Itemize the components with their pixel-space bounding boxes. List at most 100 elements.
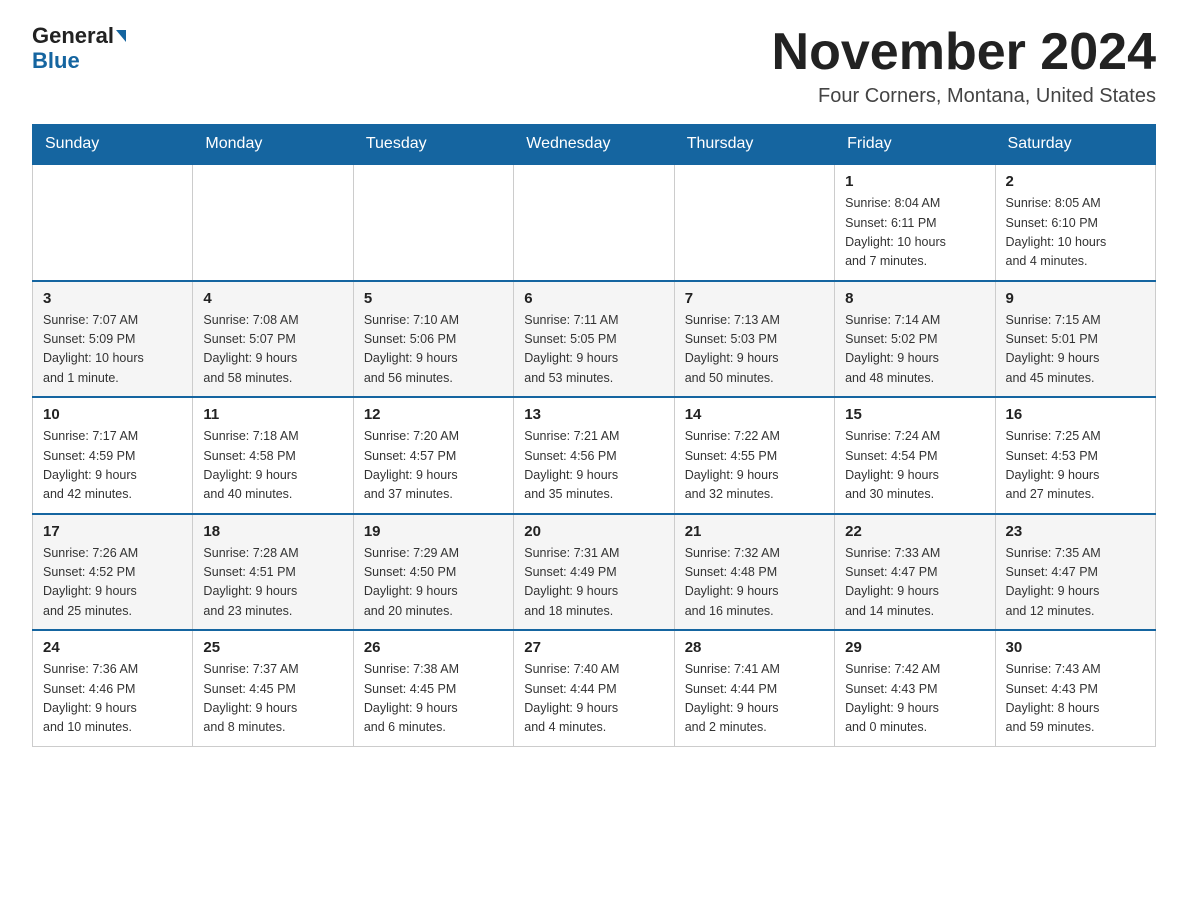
day-info: Sunrise: 8:04 AM Sunset: 6:11 PM Dayligh… (845, 194, 984, 272)
day-number: 7 (685, 290, 824, 307)
calendar-table: SundayMondayTuesdayWednesdayThursdayFrid… (32, 124, 1156, 747)
day-number: 14 (685, 406, 824, 423)
calendar-cell: 13Sunrise: 7:21 AM Sunset: 4:56 PM Dayli… (514, 397, 674, 514)
day-info: Sunrise: 7:07 AM Sunset: 5:09 PM Dayligh… (43, 311, 182, 389)
location-subtitle: Four Corners, Montana, United States (772, 85, 1156, 108)
calendar-cell: 14 Sunrise: 7:22 AM Sunset: 4:55 PM Dayli… (674, 397, 834, 514)
calendar-cell: 8 Sunrise: 7:14 AM Sunset: 5:02 PM Daylig… (835, 281, 995, 398)
day-number: 6 (524, 290, 663, 307)
calendar-cell: 12 Sunrise: 7:20 AM Sunset: 4:57 PM Dayli… (353, 397, 513, 514)
day-number: 10 (43, 406, 182, 423)
day-number: 8 (845, 290, 984, 307)
calendar-cell: 23 Sunrise: 7:35 AM Sunset: 4:47 PM Dayli… (995, 514, 1155, 631)
title-block: November 2024 Four Corners, Montana, Uni… (772, 24, 1156, 108)
calendar-week-row: 1 Sunrise: 8:04 AM Sunset: 6:11 PM Daylig… (33, 164, 1156, 281)
day-info: Sunrise: 7:32 AM Sunset: 4:48 PM Dayligh… (685, 544, 824, 622)
day-number: 19 (364, 523, 503, 540)
day-info: Sunrise: 7:41 AM Sunset: 4:44 PM Dayligh… (685, 660, 824, 738)
day-number: 2 (1006, 173, 1145, 190)
day-info: Sunrise: 7:25 AM Sunset: 4:53 PM Dayligh… (1006, 427, 1145, 505)
day-number: 11 (203, 406, 342, 423)
day-number: 9 (1006, 290, 1145, 307)
day-info: Sunrise: 7:14 AM Sunset: 5:02 PM Dayligh… (845, 311, 984, 389)
logo-triangle-icon (116, 30, 126, 42)
day-info: Sunrise: 7:33 AM Sunset: 4:47 PM Dayligh… (845, 544, 984, 622)
day-info: Sunrise: 7:29 AM Sunset: 4:50 PM Dayligh… (364, 544, 503, 622)
day-info: Sunrise: 7:40 AM Sunset: 4:44 PM Dayligh… (524, 660, 663, 738)
day-number: 18 (203, 523, 342, 540)
weekday-header-tuesday: Tuesday (353, 125, 513, 165)
weekday-header-sunday: Sunday (33, 125, 193, 165)
day-info: Sunrise: 7:35 AM Sunset: 4:47 PM Dayligh… (1006, 544, 1145, 622)
calendar-cell: 20Sunrise: 7:31 AM Sunset: 4:49 PM Dayli… (514, 514, 674, 631)
calendar-cell: 9Sunrise: 7:15 AM Sunset: 5:01 PM Daylig… (995, 281, 1155, 398)
day-number: 26 (364, 639, 503, 656)
day-number: 29 (845, 639, 984, 656)
day-info: Sunrise: 7:17 AM Sunset: 4:59 PM Dayligh… (43, 427, 182, 505)
calendar-week-row: 24 Sunrise: 7:36 AM Sunset: 4:46 PM Dayli… (33, 630, 1156, 746)
calendar-cell (514, 164, 674, 281)
day-info: Sunrise: 7:11 AM Sunset: 5:05 PM Dayligh… (524, 311, 663, 389)
day-info: Sunrise: 7:37 AM Sunset: 4:45 PM Dayligh… (203, 660, 342, 738)
day-number: 24 (43, 639, 182, 656)
day-number: 12 (364, 406, 503, 423)
day-number: 3 (43, 290, 182, 307)
calendar-cell: 18Sunrise: 7:28 AM Sunset: 4:51 PM Dayli… (193, 514, 353, 631)
calendar-cell: 10 Sunrise: 7:17 AM Sunset: 4:59 PM Dayli… (33, 397, 193, 514)
day-info: Sunrise: 7:38 AM Sunset: 4:45 PM Dayligh… (364, 660, 503, 738)
logo: General Blue (32, 24, 126, 74)
weekday-header-saturday: Saturday (995, 125, 1155, 165)
day-info: Sunrise: 7:43 AM Sunset: 4:43 PM Dayligh… (1006, 660, 1145, 738)
day-number: 17 (43, 523, 182, 540)
weekday-header-wednesday: Wednesday (514, 125, 674, 165)
day-number: 21 (685, 523, 824, 540)
month-year-title: November 2024 (772, 24, 1156, 81)
day-number: 15 (845, 406, 984, 423)
weekday-header-monday: Monday (193, 125, 353, 165)
day-number: 22 (845, 523, 984, 540)
calendar-cell: 29Sunrise: 7:42 AM Sunset: 4:43 PM Dayli… (835, 630, 995, 746)
day-info: Sunrise: 7:20 AM Sunset: 4:57 PM Dayligh… (364, 427, 503, 505)
day-number: 27 (524, 639, 663, 656)
day-number: 16 (1006, 406, 1145, 423)
calendar-cell: 4 Sunrise: 7:08 AM Sunset: 5:07 PM Daylig… (193, 281, 353, 398)
calendar-week-row: 3 Sunrise: 7:07 AM Sunset: 5:09 PM Daylig… (33, 281, 1156, 398)
day-number: 13 (524, 406, 663, 423)
calendar-cell: 3 Sunrise: 7:07 AM Sunset: 5:09 PM Daylig… (33, 281, 193, 398)
day-number: 4 (203, 290, 342, 307)
calendar-cell: 19 Sunrise: 7:29 AM Sunset: 4:50 PM Dayli… (353, 514, 513, 631)
calendar-cell: 28Sunrise: 7:41 AM Sunset: 4:44 PM Dayli… (674, 630, 834, 746)
weekday-header-friday: Friday (835, 125, 995, 165)
day-info: Sunrise: 8:05 AM Sunset: 6:10 PM Dayligh… (1006, 194, 1145, 272)
calendar-cell: 21 Sunrise: 7:32 AM Sunset: 4:48 PM Dayli… (674, 514, 834, 631)
calendar-week-row: 17 Sunrise: 7:26 AM Sunset: 4:52 PM Dayli… (33, 514, 1156, 631)
day-number: 23 (1006, 523, 1145, 540)
day-info: Sunrise: 7:26 AM Sunset: 4:52 PM Dayligh… (43, 544, 182, 622)
day-info: Sunrise: 7:22 AM Sunset: 4:55 PM Dayligh… (685, 427, 824, 505)
calendar-cell: 15Sunrise: 7:24 AM Sunset: 4:54 PM Dayli… (835, 397, 995, 514)
logo-general: General (32, 24, 114, 48)
day-number: 5 (364, 290, 503, 307)
day-number: 1 (845, 173, 984, 190)
page-header: General Blue November 2024 Four Corners,… (32, 24, 1156, 108)
weekday-header-thursday: Thursday (674, 125, 834, 165)
calendar-cell: 30 Sunrise: 7:43 AM Sunset: 4:43 PM Dayli… (995, 630, 1155, 746)
day-number: 30 (1006, 639, 1145, 656)
calendar-cell: 25 Sunrise: 7:37 AM Sunset: 4:45 PM Dayli… (193, 630, 353, 746)
day-info: Sunrise: 7:36 AM Sunset: 4:46 PM Dayligh… (43, 660, 182, 738)
calendar-cell: 7 Sunrise: 7:13 AM Sunset: 5:03 PM Daylig… (674, 281, 834, 398)
day-info: Sunrise: 7:08 AM Sunset: 5:07 PM Dayligh… (203, 311, 342, 389)
day-info: Sunrise: 7:18 AM Sunset: 4:58 PM Dayligh… (203, 427, 342, 505)
calendar-week-row: 10 Sunrise: 7:17 AM Sunset: 4:59 PM Dayli… (33, 397, 1156, 514)
day-info: Sunrise: 7:31 AM Sunset: 4:49 PM Dayligh… (524, 544, 663, 622)
calendar-cell: 24 Sunrise: 7:36 AM Sunset: 4:46 PM Dayli… (33, 630, 193, 746)
day-info: Sunrise: 7:13 AM Sunset: 5:03 PM Dayligh… (685, 311, 824, 389)
calendar-cell (193, 164, 353, 281)
day-number: 25 (203, 639, 342, 656)
day-info: Sunrise: 7:10 AM Sunset: 5:06 PM Dayligh… (364, 311, 503, 389)
calendar-cell (674, 164, 834, 281)
calendar-cell: 16 Sunrise: 7:25 AM Sunset: 4:53 PM Dayli… (995, 397, 1155, 514)
calendar-cell: 11 Sunrise: 7:18 AM Sunset: 4:58 PM Dayli… (193, 397, 353, 514)
calendar-cell: 26 Sunrise: 7:38 AM Sunset: 4:45 PM Dayli… (353, 630, 513, 746)
weekday-header-row: SundayMondayTuesdayWednesdayThursdayFrid… (33, 125, 1156, 165)
